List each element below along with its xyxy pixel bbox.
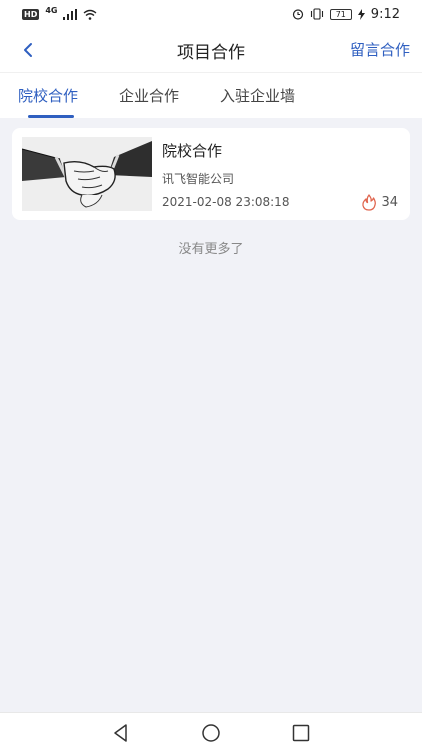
battery-icon: 71 [329, 8, 352, 20]
nav-bar: 项目合作 留言合作 [0, 28, 422, 72]
heat-count: 34 [381, 195, 398, 210]
tab-bar: 院校合作 企业合作 入驻企业墙 [0, 72, 422, 118]
recents-square-icon[interactable] [290, 722, 312, 744]
list-item[interactable]: 院校合作 讯飞智能公司 2021-02-08 23:08:18 34 [12, 128, 410, 220]
charging-icon [357, 8, 365, 20]
network-type: 4G [45, 5, 58, 15]
end-of-list-text: 没有更多了 [178, 242, 244, 257]
alarm-icon [292, 9, 303, 20]
vibrate-icon [310, 8, 323, 20]
handshake-image [22, 137, 152, 211]
tab-enterprise-cooperation[interactable]: 企业合作 [119, 85, 179, 106]
flame-icon [362, 194, 377, 211]
tab-school-cooperation[interactable]: 院校合作 [18, 85, 78, 106]
heat-indicator: 34 [361, 194, 398, 211]
clock: 9:12 [370, 6, 400, 22]
item-date: 2021-02-08 23:08:18 [162, 195, 290, 209]
back-button[interactable] [14, 36, 42, 64]
tab-enterprise-wall[interactable]: 入驻企业墙 [220, 85, 295, 106]
status-right: 71 9:12 [292, 7, 400, 22]
hd-badge: HD [22, 8, 40, 20]
tab-indicator [28, 115, 74, 118]
chevron-left-icon [24, 43, 32, 57]
system-nav-bar [0, 712, 422, 750]
item-title: 院校合作 [162, 142, 223, 160]
home-circle-icon[interactable] [200, 722, 222, 744]
wifi-icon [84, 9, 97, 20]
back-triangle-icon[interactable] [110, 722, 132, 744]
status-left: HD 4G [22, 5, 97, 20]
page-title: 项目合作 [177, 42, 245, 63]
item-company: 讯飞智能公司 [162, 172, 235, 186]
signal-icon [63, 8, 78, 20]
status-bar: HD 4G 71 9:12 [0, 0, 422, 28]
leave-message-button[interactable]: 留言合作 [350, 39, 410, 60]
